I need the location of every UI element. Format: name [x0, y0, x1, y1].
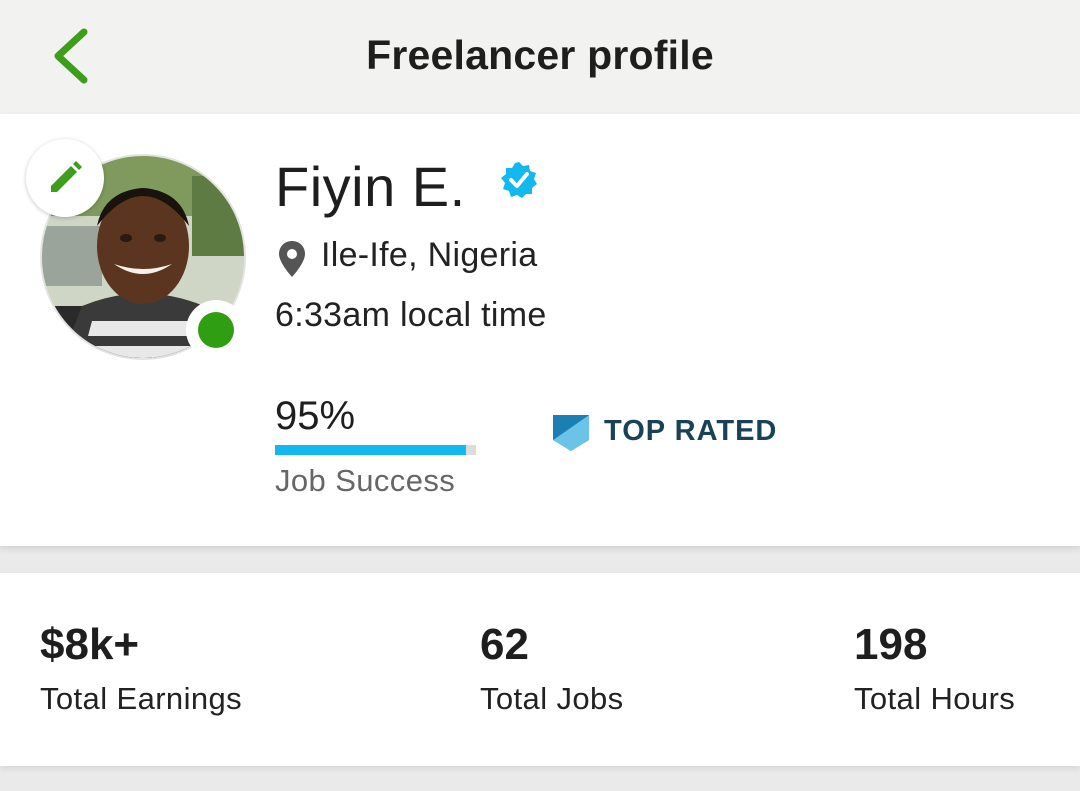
app-header: Freelancer profile — [0, 0, 1080, 114]
stat-total-hours: 198 Total Hours — [854, 621, 1015, 717]
job-success-label: Job Success — [275, 463, 456, 498]
stat-label: Total Hours — [854, 681, 1016, 716]
stat-label: Total Jobs — [480, 681, 624, 716]
stat-value: 198 — [854, 620, 928, 669]
stat-label: Total Earnings — [40, 681, 243, 716]
verified-badge-icon — [501, 162, 537, 198]
job-success-progress-fill — [275, 445, 466, 455]
stat-value: $8k+ — [40, 620, 140, 669]
pencil-icon — [51, 161, 82, 192]
location-pin-icon — [279, 241, 305, 277]
online-status-indicator — [186, 300, 246, 360]
top-rated-shield-icon — [553, 415, 589, 451]
edit-photo-button[interactable] — [26, 139, 104, 217]
stat-value: 62 — [480, 620, 529, 669]
stats-card: $8k+ Total Earnings 62 Total Jobs 198 To… — [0, 573, 1080, 766]
freelancer-name: Fiyin E. — [275, 155, 466, 218]
profile-card: Fiyin E. Ile-Ife, Nigeria 6:33am local t… — [0, 114, 1080, 546]
job-success-value: 95% — [275, 394, 356, 438]
local-time-text: 6:33am local time — [275, 296, 547, 334]
top-rated-badge: TOP RATED — [604, 415, 778, 447]
stat-total-earnings: $8k+ Total Earnings — [40, 621, 242, 717]
stat-total-jobs: 62 Total Jobs — [480, 621, 624, 717]
page-title: Freelancer profile — [366, 32, 714, 78]
location-text: Ile-Ife, Nigeria — [321, 236, 538, 274]
job-success-progress-bar — [275, 445, 476, 455]
